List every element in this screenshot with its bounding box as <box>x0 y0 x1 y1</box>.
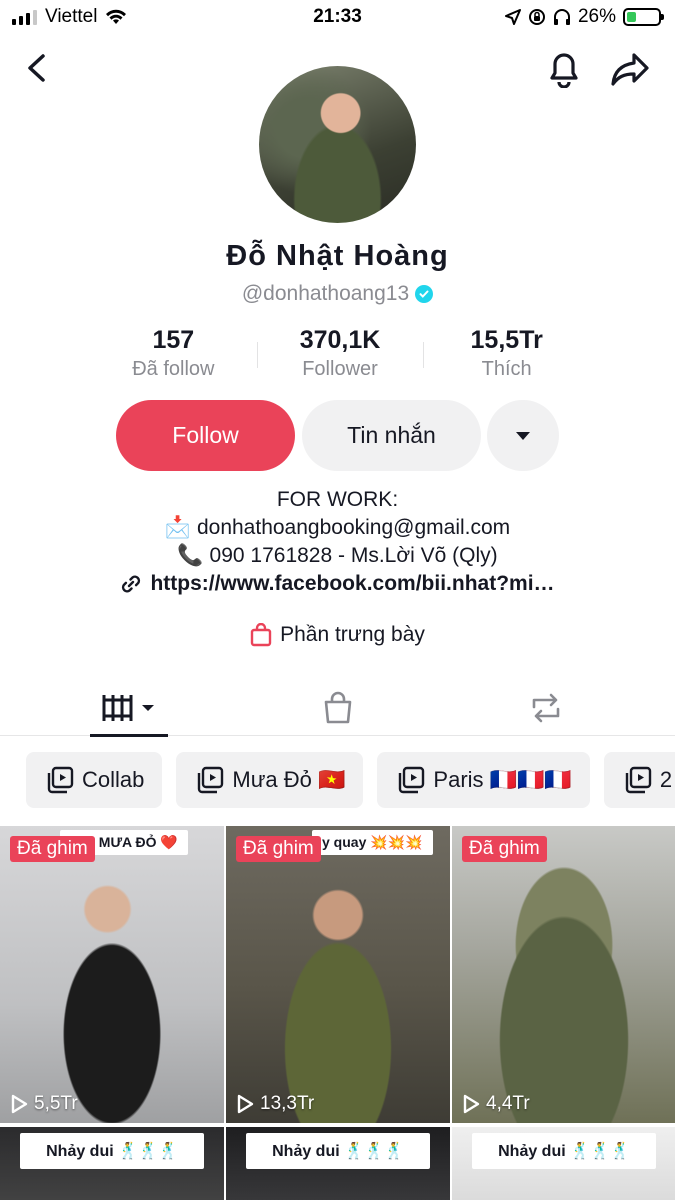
bio: FOR WORK: 📩 donhathoangbooking@gmail.com… <box>0 486 675 570</box>
battery-icon <box>623 8 664 26</box>
bell-icon <box>550 53 578 88</box>
content-tabs <box>0 680 675 737</box>
verified-badge-icon <box>415 285 434 303</box>
video-grid-icon <box>102 695 154 721</box>
stat-label: Thích <box>481 358 532 380</box>
bio-line: FOR WORK: <box>276 488 399 511</box>
video-caption: Nhảy dui 🕺🕺🕺 <box>20 1133 204 1169</box>
playlist-label: Mưa Đỏ 🇻🇳 <box>232 767 346 792</box>
playlist-icon <box>399 766 425 794</box>
playlist-icon <box>625 766 652 794</box>
battery-percent: 26% <box>577 6 616 27</box>
bio-phone-row: 📞 090 1761828 - Ms.Lời Võ (Qly) <box>0 542 675 570</box>
bio-phone: 090 1761828 - Ms.Lời Võ (Qly) <box>209 544 498 567</box>
playlist-chips: Collab Mưa Đỏ 🇻🇳 Paris 🇫🇷🇫🇷🇫🇷 2 <box>26 752 675 808</box>
video-caption: Nhảy dui 🕺🕺🕺 <box>472 1133 656 1169</box>
notification-button[interactable] <box>544 46 584 90</box>
video-thumbnail[interactable]: Nhảy dui 🕺🕺🕺 <box>452 1127 675 1200</box>
active-tab-indicator <box>90 734 168 737</box>
play-icon <box>237 1094 254 1114</box>
headphones-icon <box>553 9 570 25</box>
stat-likes[interactable]: 15,5Tr Thích <box>423 326 590 382</box>
rotation-lock-icon <box>528 9 545 25</box>
video-thumbnail[interactable]: Nhảy dui 🕺🕺🕺 <box>0 1127 224 1200</box>
view-count-value: 5,5Tr <box>34 1093 78 1114</box>
display-name: Đỗ Nhật Hoàng <box>226 240 449 272</box>
status-bar: Viettel 21:33 26% <box>0 0 675 36</box>
follow-button[interactable]: Follow <box>116 400 295 471</box>
shopping-bag-icon <box>250 623 272 647</box>
playlist-icon <box>198 766 224 794</box>
stat-value: 15,5Tr <box>470 326 543 354</box>
playlist-chip[interactable]: Collab <box>26 752 163 808</box>
message-button[interactable]: Tin nhắn <box>302 400 481 471</box>
pinned-badge: Đã ghim <box>10 836 95 862</box>
view-count-value: 4,4Tr <box>486 1093 530 1114</box>
playlist-chip[interactable]: Paris 🇫🇷🇫🇷🇫🇷 <box>377 752 590 808</box>
shopping-bag-icon <box>324 691 352 724</box>
pinned-badge: Đã ghim <box>462 836 547 862</box>
stat-label: Follower <box>302 358 378 380</box>
location-icon <box>504 9 521 25</box>
pinned-badge: Đã ghim <box>236 836 321 862</box>
bio-email-row: 📩 donhathoangbooking@gmail.com <box>0 514 675 542</box>
username-row: @donhathoang13 <box>0 282 675 306</box>
stat-value: 157 <box>152 326 195 354</box>
video-thumbnail[interactable]: Nhảy dui 🕺🕺🕺 <box>226 1127 450 1200</box>
view-count: 4,4Tr <box>462 1093 530 1115</box>
video-caption: y quay 💥💥💥 <box>312 830 433 855</box>
stat-value: 370,1K <box>299 326 381 354</box>
showcase-button[interactable]: Phần trưng bày <box>0 623 675 647</box>
showcase-label: Phần trưng bày <box>280 623 425 646</box>
stat-following[interactable]: 157 Đã follow <box>90 326 257 382</box>
playlist-icon <box>47 766 74 794</box>
profile-link-text: https://www.facebook.com/bii.nhat?mi… <box>150 572 555 595</box>
back-button[interactable] <box>18 50 54 86</box>
play-icon <box>463 1094 480 1114</box>
profile-stats: 157 Đã follow 370,1K Follower 15,5Tr Thí… <box>90 326 590 382</box>
stat-label: Đã follow <box>132 358 215 380</box>
view-count-value: 13,3Tr <box>260 1093 315 1114</box>
playlist-label: 2 <box>659 767 673 792</box>
video-thumbnail[interactable]: Đã ghim 4,4Tr <box>452 826 675 1123</box>
playlist-label: Collab <box>82 767 145 792</box>
video-thumbnail[interactable]: cho MƯA ĐỎ ❤️ Đã ghim 5,5Tr <box>0 826 224 1123</box>
more-options-button[interactable] <box>487 400 559 471</box>
caret-down-icon <box>516 431 530 440</box>
username: @donhathoang13 <box>241 282 410 305</box>
play-icon <box>11 1094 28 1114</box>
video-grid: cho MƯA ĐỎ ❤️ Đã ghim 5,5Tr y quay 💥💥💥 Đ… <box>0 826 675 1200</box>
video-thumbnail[interactable]: y quay 💥💥💥 Đã ghim 13,3Tr <box>226 826 450 1123</box>
playlist-chip[interactable]: Mưa Đỏ 🇻🇳 <box>176 752 364 808</box>
repost-icon <box>532 693 560 723</box>
playlist-label: Paris 🇫🇷🇫🇷🇫🇷 <box>433 767 572 792</box>
share-button[interactable] <box>608 48 652 90</box>
stat-followers[interactable]: 370,1K Follower <box>256 326 424 382</box>
view-count: 13,3Tr <box>236 1093 314 1115</box>
playlist-chip[interactable]: 2 <box>603 752 675 808</box>
profile-link[interactable]: https://www.facebook.com/bii.nhat?mi… <box>0 572 675 596</box>
link-icon <box>122 575 141 593</box>
telephone-icon: 📞 <box>177 544 204 567</box>
chevron-left-icon <box>28 54 45 82</box>
tab-videos[interactable] <box>90 680 168 737</box>
bio-email: donhathoangbooking@gmail.com <box>196 516 511 539</box>
inbox-tray-icon: 📩 <box>164 516 191 539</box>
view-count: 5,5Tr <box>10 1093 78 1115</box>
avatar[interactable] <box>259 66 416 223</box>
tab-reposts[interactable] <box>524 680 568 736</box>
video-caption: Nhảy dui 🕺🕺🕺 <box>246 1133 430 1169</box>
share-arrow-icon <box>611 53 649 86</box>
tab-shop[interactable] <box>318 680 358 736</box>
